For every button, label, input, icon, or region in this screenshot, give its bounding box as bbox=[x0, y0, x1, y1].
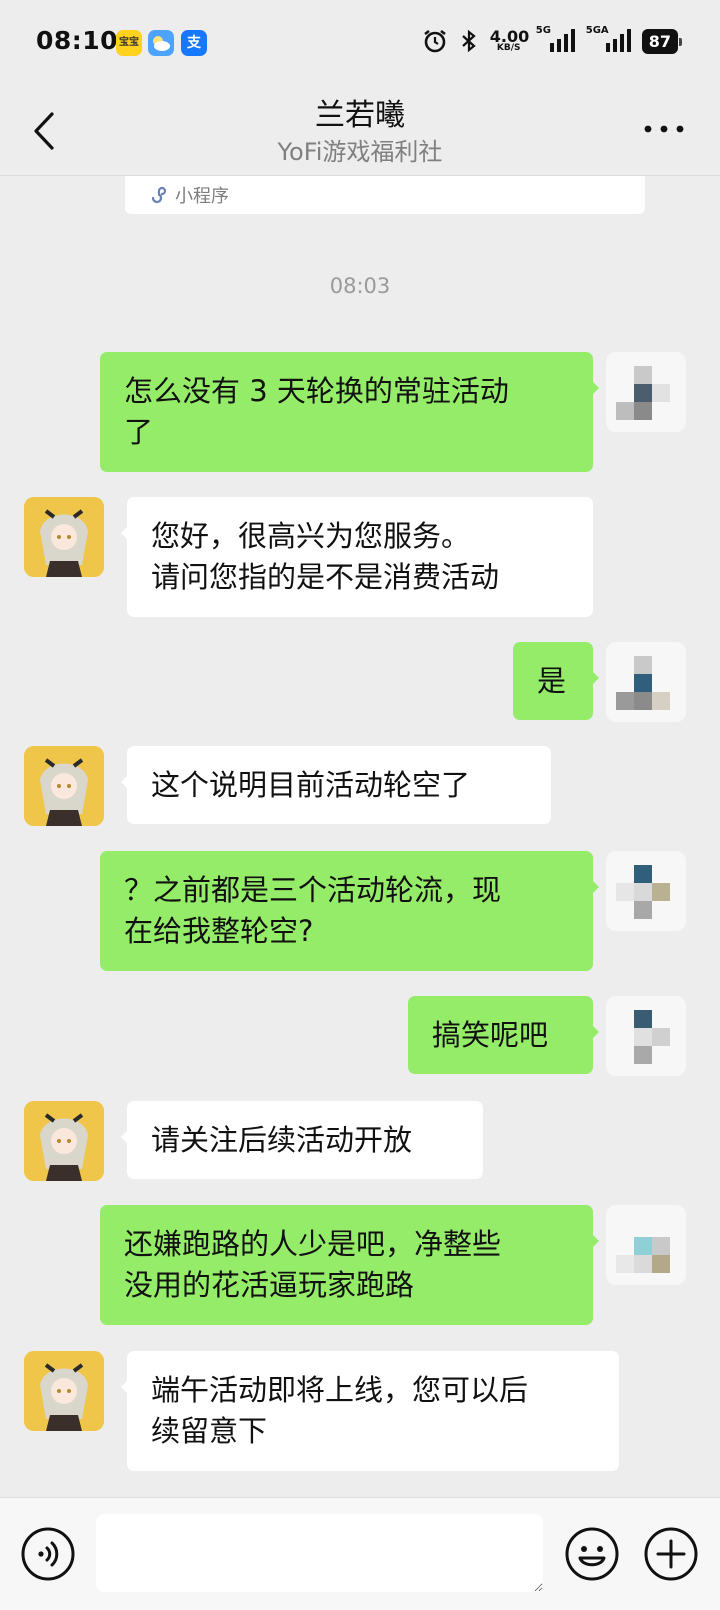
avatar[interactable] bbox=[24, 746, 104, 826]
mini-program-card[interactable]: 小程序 bbox=[125, 176, 645, 214]
status-time: 08:10 bbox=[36, 26, 119, 55]
more-dots-icon[interactable] bbox=[642, 114, 686, 144]
avatar[interactable] bbox=[606, 996, 686, 1076]
character-avatar-icon bbox=[24, 497, 104, 577]
alipay-icon: 支 bbox=[181, 30, 207, 56]
message-timestamp: 08:03 bbox=[329, 274, 391, 298]
signal-bars-icon bbox=[605, 29, 631, 52]
incoming-message-bubble[interactable]: 这个说明目前活动轮空了 bbox=[121, 746, 551, 824]
incoming-message-bubble[interactable]: 请关注后续活动开放 bbox=[121, 1101, 483, 1179]
chat-subtitle: YoFi游戏福利社 bbox=[277, 138, 443, 166]
mini-program-icon bbox=[151, 186, 167, 204]
network-speed-unit: KB/S bbox=[496, 43, 521, 53]
status-bar: 08:10 宝宝 支 4.00 KB/S 5G 5GA 87 bbox=[0, 0, 720, 86]
incoming-message-bubble[interactable]: 端午活动即将上线，您可以后 续留意下 bbox=[121, 1351, 619, 1471]
outgoing-message-bubble[interactable]: 搞笑呢吧 bbox=[408, 996, 599, 1074]
plus-icon[interactable] bbox=[643, 1526, 699, 1582]
avatar[interactable] bbox=[24, 497, 104, 577]
avatar[interactable] bbox=[606, 642, 686, 722]
network-speed: 4.00 KB/S bbox=[489, 27, 530, 53]
status-indicators: 4.00 KB/S 5G 5GA 87 bbox=[422, 24, 683, 58]
outgoing-message-bubble[interactable]: 是 bbox=[513, 642, 599, 720]
network-speed-value: 4.00 bbox=[489, 27, 530, 46]
message-input[interactable] bbox=[96, 1514, 543, 1592]
chat-header: 兰若曦 YoFi游戏福利社 bbox=[0, 86, 720, 176]
weather-icon bbox=[148, 30, 174, 56]
mini-program-label: 小程序 bbox=[175, 186, 229, 207]
emoji-icon[interactable] bbox=[564, 1526, 620, 1582]
avatar[interactable] bbox=[606, 851, 686, 931]
outgoing-message-bubble[interactable]: 怎么没有 3 天轮换的常驻活动 了 bbox=[100, 352, 599, 472]
avatar[interactable] bbox=[24, 1351, 104, 1431]
baby-app-icon: 宝宝 bbox=[116, 30, 142, 56]
character-avatar-icon bbox=[24, 1351, 104, 1431]
outgoing-message-bubble[interactable]: 还嫌跑路的人少是吧，净整些 没用的花活逼玩家跑路 bbox=[100, 1205, 599, 1325]
alarm-icon bbox=[423, 29, 446, 53]
input-bar bbox=[0, 1497, 720, 1610]
avatar[interactable] bbox=[24, 1101, 104, 1181]
chat-title: 兰若曦 bbox=[315, 98, 405, 133]
character-avatar-icon bbox=[24, 1101, 104, 1181]
bluetooth-icon bbox=[461, 29, 476, 53]
signal-5ga: 5GA bbox=[586, 25, 634, 55]
signal-bars-icon bbox=[549, 29, 575, 52]
character-avatar-icon bbox=[24, 746, 104, 826]
avatar[interactable] bbox=[606, 352, 686, 432]
voice-icon[interactable] bbox=[20, 1526, 76, 1582]
avatar[interactable] bbox=[606, 1205, 686, 1285]
battery-indicator: 87 bbox=[641, 28, 683, 54]
outgoing-message-bubble[interactable]: ？之前都是三个活动轮流，现 在给我整轮空? bbox=[100, 851, 599, 971]
incoming-message-bubble[interactable]: 您好，很高兴为您服务。 请问您指的是不是消费活动 bbox=[121, 497, 593, 617]
signal-5g: 5G bbox=[536, 25, 578, 55]
